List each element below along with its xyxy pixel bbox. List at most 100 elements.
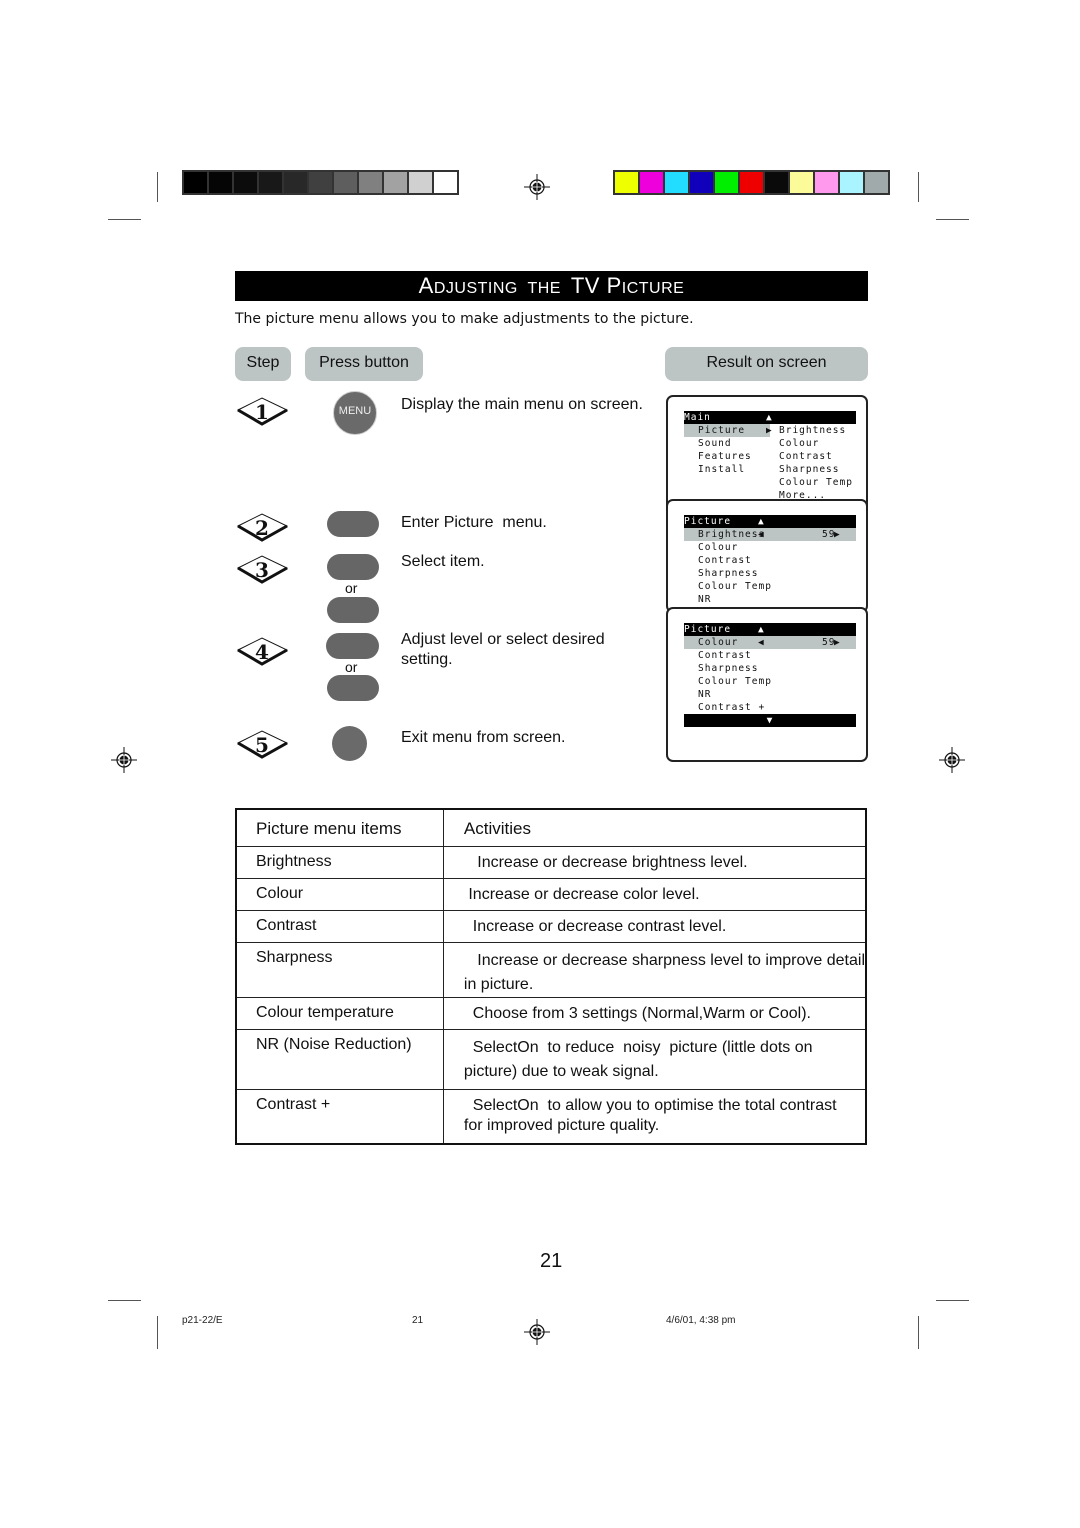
gray-swatch — [384, 172, 407, 193]
menu-item-activity: Increase or decrease color level. — [442, 877, 867, 911]
registration-mark-icon — [939, 747, 965, 773]
osd-menu-item: Contrast — [698, 555, 752, 566]
step-number-badge: 3 — [235, 552, 291, 586]
step-number: 2 — [255, 516, 269, 540]
table-row: Colour Increase or decrease color level. — [235, 877, 867, 911]
crop-mark — [108, 1300, 141, 1301]
osd-menu-item: Contrast — [698, 650, 752, 661]
up-arrow-icon: ▲ — [758, 624, 765, 635]
osd-header-title: Picture — [684, 516, 732, 527]
color-swatch — [690, 172, 713, 193]
or-label: or — [345, 659, 358, 675]
osd-header: Picture ▲ — [684, 623, 856, 636]
color-swatch — [865, 172, 888, 193]
picture-menu-items-table: Picture menu items Activities Brightness… — [235, 808, 867, 1145]
gray-swatch — [259, 172, 282, 193]
gray-swatch — [309, 172, 332, 193]
step-number-badge: 4 — [235, 634, 291, 668]
up-arrow-icon: ▲ — [766, 412, 773, 423]
color-swatch — [615, 172, 638, 193]
gray-swatch — [209, 172, 232, 193]
table-row: Contrast + SelectOn to allow you to opti… — [235, 1088, 867, 1145]
activity-line: Choose from 3 settings (Normal,Warm or C… — [463, 1004, 811, 1022]
crop-mark — [918, 172, 919, 202]
gray-swatch — [359, 172, 382, 193]
intro-text: The picture menu allows you to make adju… — [235, 311, 694, 327]
step-number-badge: 2 — [235, 510, 291, 544]
activity-line: SelectOn to allow you to optimise the to… — [463, 1096, 837, 1114]
title-fragment: DJUSTING THE — [433, 280, 571, 297]
gray-swatch — [184, 172, 207, 193]
osd-menu-item: Colour Temp — [698, 581, 772, 592]
menu-item-name: Contrast — [235, 909, 444, 943]
step-3-instruction: Select item. — [401, 553, 485, 570]
osd-footer: ▼ — [684, 714, 856, 727]
step-number: 1 — [255, 400, 269, 424]
menu-item-activity: Increase or decrease brightness level. — [442, 845, 867, 879]
gray-swatch — [434, 172, 457, 193]
osd-menu-item: NR — [698, 689, 712, 700]
crop-mark — [936, 1300, 969, 1301]
step-number-badge: 5 — [235, 727, 291, 761]
step-1-instruction: Display the main menu on screen. — [401, 396, 643, 413]
table-header-items: Picture menu items — [235, 808, 444, 847]
page-title: ADJUSTING THE TV PICTURE — [235, 271, 868, 301]
step-number: 5 — [255, 733, 269, 757]
menu-item-name: Contrast + — [235, 1088, 444, 1145]
gray-swatch — [234, 172, 257, 193]
grayscale-calibration-bar — [182, 170, 459, 195]
menu-item-activity: Increase or decrease sharpness level to … — [442, 941, 867, 998]
submenu-arrow-icon: ▶ — [766, 425, 773, 436]
osd-submenu-item: Colour Temp — [779, 477, 853, 488]
menu-item-activity: SelectOn to allow you to optimise the to… — [442, 1088, 867, 1145]
osd-menu-item: Colour Temp — [698, 676, 772, 687]
menu-item-activity: Increase or decrease contrast level. — [442, 909, 867, 943]
exit-button[interactable] — [332, 726, 367, 761]
menu-item-activity: SelectOn to reduce noisy picture (little… — [442, 1028, 867, 1090]
up-button[interactable] — [327, 554, 379, 580]
menu-item-name: NR (Noise Reduction) — [235, 1028, 444, 1090]
osd-menu-item: Sharpness — [698, 568, 759, 579]
activity-line: picture) due to weak signal. — [463, 1062, 659, 1080]
osd-submenu-item: Contrast — [779, 451, 833, 462]
right-button[interactable] — [327, 675, 379, 701]
activity-line: SelectOn to reduce noisy picture (little… — [463, 1038, 813, 1056]
up-arrow-icon: ▲ — [758, 516, 765, 527]
osd-submenu-item: Colour — [779, 438, 820, 449]
activity-line: for improved picture quality. — [463, 1116, 660, 1134]
down-button[interactable] — [327, 597, 379, 623]
step-2-instruction: Enter Picture menu. — [401, 514, 547, 531]
registration-mark-icon — [524, 1319, 550, 1345]
color-swatch — [640, 172, 663, 193]
crop-mark — [108, 219, 141, 220]
table-row: Brightness Increase or decrease brightne… — [235, 845, 867, 879]
right-arrow-icon: ▶ — [834, 637, 841, 648]
osd-header: Picture ▲ — [684, 515, 856, 528]
osd-header-title: Main — [684, 412, 711, 423]
menu-item-name: Colour — [235, 877, 444, 911]
step-number: 3 — [255, 558, 269, 582]
left-arrow-icon: ◀ — [758, 529, 765, 540]
osd-menu-item: Sharpness — [698, 663, 759, 674]
menu-item-name: Colour temperature — [235, 996, 444, 1030]
step-number-badge: 1 — [235, 394, 291, 428]
activity-line: Increase or decrease contrast level. — [463, 917, 727, 935]
left-button[interactable] — [326, 633, 379, 659]
table-row: Sharpness Increase or decrease sharpness… — [235, 941, 867, 998]
right-button[interactable] — [327, 511, 379, 537]
color-swatch — [790, 172, 813, 193]
menu-button[interactable]: MENU — [333, 391, 377, 435]
menu-item-name: Sharpness — [235, 941, 444, 998]
gray-swatch — [284, 172, 307, 193]
osd-menu-item: Contrast + — [698, 702, 766, 713]
crop-mark — [918, 1316, 919, 1349]
column-header-result: Result on screen — [665, 347, 868, 381]
step-4-instruction: Adjust level or select desired setting. — [401, 631, 605, 668]
right-arrow-icon: ▶ — [834, 529, 841, 540]
osd-menu-item: Picture — [698, 425, 746, 436]
osd-menu-item: NR — [698, 594, 712, 605]
crop-mark — [157, 1316, 158, 1349]
osd-picture-menu-colour: Picture ▲ Colour ◀ 59 ▶ Contrast Sharpness Col… — [666, 607, 868, 762]
crop-mark — [157, 172, 158, 202]
gray-swatch — [334, 172, 357, 193]
